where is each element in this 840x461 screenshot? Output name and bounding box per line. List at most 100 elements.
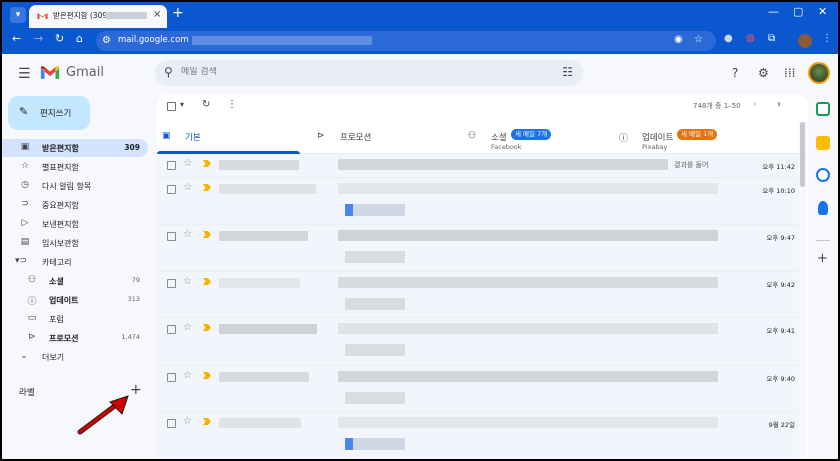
search-input[interactable] xyxy=(181,67,541,77)
apps-grid-icon[interactable]: ⁞⁞⁞ xyxy=(784,66,795,80)
tab-updates[interactable]: ⓘ 업데이트 새 메일 1개 Pixabay xyxy=(614,124,774,154)
email-row[interactable]: ☆ 결과를 들어 오후 11:42 xyxy=(157,154,802,178)
tab-label: 소셜 xyxy=(491,133,507,143)
help-icon[interactable]: ? xyxy=(732,66,738,80)
email-row[interactable]: ☆ 오후 9:41 xyxy=(157,318,802,366)
important-marker-icon[interactable] xyxy=(203,184,211,191)
site-info-icon[interactable]: ⚙ xyxy=(102,35,111,46)
row-checkbox[interactable] xyxy=(167,185,176,194)
close-tab-icon[interactable]: × xyxy=(153,9,161,20)
sidebar-item-social[interactable]: ⚇ 소셜 79 xyxy=(2,272,148,290)
more-options-icon[interactable]: ⋮ xyxy=(227,99,237,110)
email-row[interactable]: ☆ 오후 9:42 xyxy=(157,272,802,318)
star-icon[interactable]: ☆ xyxy=(183,276,192,287)
profile-icon[interactable] xyxy=(798,34,812,48)
important-marker-icon[interactable] xyxy=(203,324,211,331)
search-icon[interactable]: ⚲ xyxy=(164,65,173,79)
main-menu-icon[interactable]: ☰ xyxy=(18,66,31,82)
contacts-icon[interactable] xyxy=(818,201,828,215)
row-checkbox[interactable] xyxy=(167,232,176,241)
sidebar-item-label: 소셜 xyxy=(49,277,64,286)
sidebar-item-inbox[interactable]: ▣ 받은편지함 309 xyxy=(2,139,148,157)
close-icon[interactable]: ✕ xyxy=(818,5,827,18)
email-row[interactable]: ☆ 오후 9:40 xyxy=(157,366,802,412)
add-addon-icon[interactable]: + xyxy=(817,251,828,266)
search-options-icon[interactable]: ☷ xyxy=(562,65,573,79)
search-bar[interactable]: ⚲ ☷ xyxy=(155,60,583,86)
new-tab-icon[interactable]: + xyxy=(172,5,184,21)
minimize-icon[interactable]: — xyxy=(768,5,779,18)
redacted-sender xyxy=(219,278,300,288)
menu-icon[interactable]: ⋮ xyxy=(822,33,832,44)
refresh-icon[interactable]: ↻ xyxy=(202,99,210,110)
avatar[interactable] xyxy=(808,62,830,84)
sidebar-item-sent[interactable]: ▷ 보낸편지함 xyxy=(2,215,148,233)
tab-social[interactable]: ⚇ 소셜 새 메일 7개 Facebook xyxy=(463,124,613,154)
important-marker-icon[interactable] xyxy=(203,278,211,285)
select-all-checkbox[interactable] xyxy=(167,102,176,111)
maximize-icon[interactable]: ▢ xyxy=(793,5,803,18)
star-icon[interactable]: ☆ xyxy=(183,158,192,169)
reload-icon[interactable]: ↻ xyxy=(55,32,64,45)
email-time: 오후 9:40 xyxy=(766,375,795,383)
email-row[interactable]: ☆ 9월 22일 xyxy=(157,412,802,459)
prev-page-icon[interactable]: ‹ xyxy=(753,99,757,110)
star-icon[interactable]: ☆ xyxy=(183,229,192,240)
sidebar-item-updates[interactable]: ⓘ 업데이트 313 xyxy=(2,291,148,309)
sidebar-item-drafts[interactable]: ▤ 임시보관함 xyxy=(2,234,148,252)
tab-label: 기본 xyxy=(185,133,201,143)
important-marker-icon[interactable] xyxy=(203,418,211,425)
calendar-icon[interactable] xyxy=(816,102,830,116)
star-icon[interactable]: ☆ xyxy=(183,370,192,381)
tab-title: 받은편지함 (309) xyxy=(53,11,111,20)
email-row[interactable]: ☆ 오후 9:47 xyxy=(157,225,802,272)
bookmark-star-icon[interactable]: ☆ xyxy=(694,34,703,45)
gear-icon[interactable]: ⚙ xyxy=(758,66,769,80)
row-checkbox[interactable] xyxy=(167,419,176,428)
sidebar-item-snoozed[interactable]: ◷ 다시 알림 항목 xyxy=(2,177,148,195)
tab-search-icon[interactable]: ▾ xyxy=(10,7,26,23)
address-bar[interactable]: ⚙ mail.google.com ◉ ☆ xyxy=(96,31,716,51)
sidebar-item-categories[interactable]: ▾⊃ 카테고리 xyxy=(2,253,148,271)
tab-sender: Facebook xyxy=(491,143,522,151)
sidebar-item-more[interactable]: ⌄ 더보기 xyxy=(2,348,148,366)
unread-count: 79 xyxy=(131,276,140,284)
home-icon[interactable]: ⌂ xyxy=(76,32,83,45)
row-checkbox[interactable] xyxy=(167,161,176,170)
back-arrow-icon[interactable]: ← xyxy=(12,32,21,45)
star-icon[interactable]: ☆ xyxy=(183,416,192,427)
tab-promotions[interactable]: ⊳ 프로모션 xyxy=(312,124,455,154)
tasks-icon[interactable] xyxy=(816,168,830,182)
browser-tab[interactable]: 받은편지함 (309) × xyxy=(29,5,167,28)
extension-icon[interactable]: ⧉ xyxy=(768,33,775,44)
sidebar-item-promotions[interactable]: ⊳ 프로모션 1,474 xyxy=(2,329,148,347)
scrollbar-thumb[interactable] xyxy=(800,122,805,187)
important-marker-icon[interactable] xyxy=(203,372,211,379)
next-page-icon[interactable]: › xyxy=(777,99,781,110)
keep-icon[interactable] xyxy=(816,136,830,150)
eye-off-icon[interactable]: ◉ xyxy=(674,34,683,45)
compose-button[interactable]: ✎ 편지쓰기 xyxy=(8,96,90,130)
tab-primary[interactable]: ▣ 기본 xyxy=(157,124,300,154)
gmail-header: ☰ Gmail ⚲ ☷ ? ⚙ ⁞⁞⁞ xyxy=(2,54,838,94)
sidebar-item-starred[interactable]: ☆ 별표편지함 xyxy=(2,158,148,176)
row-checkbox[interactable] xyxy=(167,279,176,288)
side-panel: + xyxy=(810,94,838,459)
extension-dot-icon[interactable]: ● xyxy=(724,33,733,44)
sidebar-item-important[interactable]: ⊃ 중요편지함 xyxy=(2,196,148,214)
star-icon[interactable]: ☆ xyxy=(183,322,192,333)
star-icon[interactable]: ☆ xyxy=(183,182,192,193)
row-checkbox[interactable] xyxy=(167,373,176,382)
gmail-logo-icon[interactable] xyxy=(40,65,60,80)
pagination-text: 748개 중 1–50 xyxy=(693,102,741,110)
important-marker-icon[interactable] xyxy=(203,160,211,167)
row-checkbox[interactable] xyxy=(167,325,176,334)
email-row[interactable]: ☆ 오후 10:10 xyxy=(157,178,802,225)
forward-arrow-icon[interactable]: → xyxy=(34,32,43,45)
tab-label: 프로모션 xyxy=(340,133,372,143)
select-dropdown-icon[interactable]: ▾ xyxy=(180,100,184,109)
sidebar-item-forums[interactable]: ▭ 포럼 xyxy=(2,310,148,328)
sidebar-item-label: 프로모션 xyxy=(49,334,79,343)
extension-red-icon[interactable]: ◍ xyxy=(746,33,755,44)
important-marker-icon[interactable] xyxy=(203,231,211,238)
